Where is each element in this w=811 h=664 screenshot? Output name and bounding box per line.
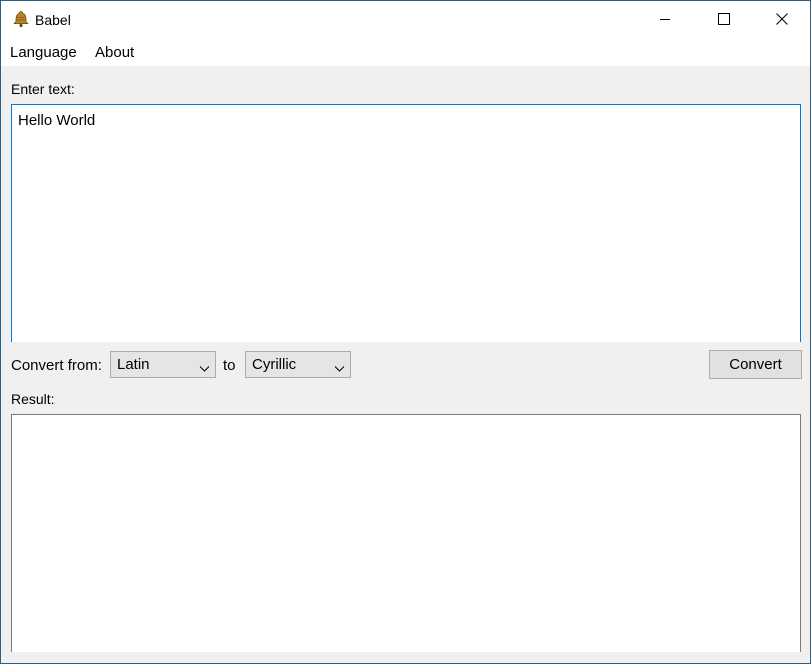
app-window: Babel Language About Enter text: Hello W… [0, 0, 811, 664]
maximize-button[interactable] [695, 1, 753, 38]
target-alphabet-value: Cyrillic [252, 356, 297, 373]
title-bar[interactable]: Babel [1, 1, 810, 38]
chevron-down-icon [199, 360, 210, 372]
window-title: Babel [35, 12, 71, 28]
menu-about[interactable]: About [95, 44, 134, 62]
target-alphabet-select[interactable]: Cyrillic [245, 351, 351, 378]
source-alphabet-value: Latin [117, 356, 150, 373]
source-alphabet-select[interactable]: Latin [110, 351, 216, 378]
convert-from-label: Convert from: [11, 357, 102, 374]
result-label: Result: [11, 391, 55, 407]
menu-language[interactable]: Language [10, 44, 77, 62]
chevron-down-icon [334, 360, 345, 372]
convert-button[interactable]: Convert [709, 350, 802, 379]
input-textarea[interactable]: Hello World [11, 104, 801, 342]
bell-icon [12, 10, 30, 28]
maximize-icon [718, 12, 730, 28]
to-label: to [223, 357, 236, 374]
result-textarea[interactable] [11, 414, 801, 652]
close-button[interactable] [753, 1, 810, 38]
close-icon [776, 12, 788, 28]
menu-bar: Language About [1, 38, 810, 66]
enter-text-label: Enter text: [11, 81, 75, 97]
minimize-icon [659, 12, 671, 28]
minimize-button[interactable] [636, 1, 694, 38]
